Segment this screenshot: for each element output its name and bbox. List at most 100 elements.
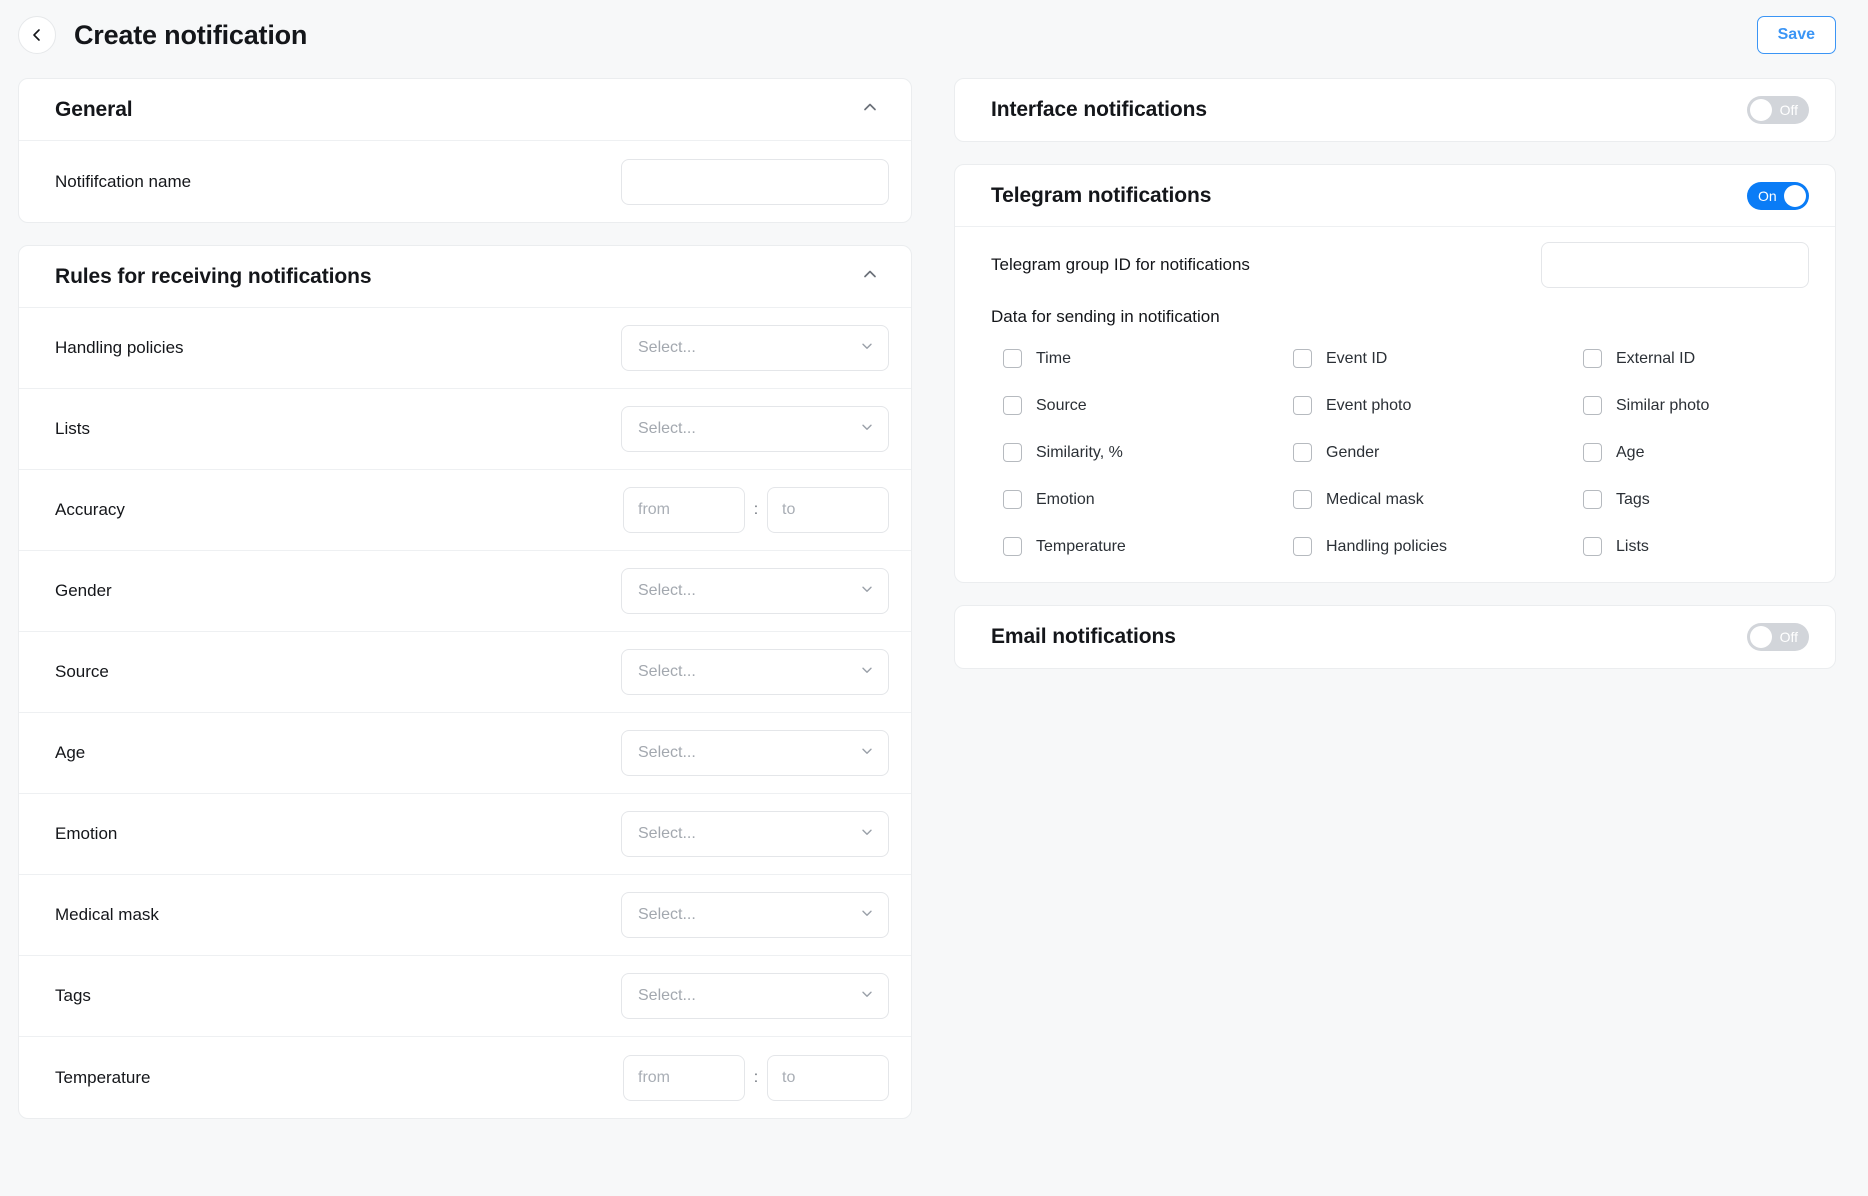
checkbox-label: Lists (1616, 538, 1649, 556)
select-value: Select... (638, 582, 859, 600)
temperature-to-input[interactable] (767, 1055, 889, 1101)
checkbox-label: Temperature (1036, 538, 1126, 556)
rule-row-medical-mask: Medical mask Select... (19, 875, 911, 956)
checkbox-item-tags[interactable]: Tags (1583, 490, 1809, 509)
chevron-left-icon (29, 27, 45, 43)
checkbox-item-time[interactable]: Time (1003, 349, 1293, 368)
checkbox-box[interactable] (1003, 349, 1022, 368)
checkbox-box[interactable] (1583, 443, 1602, 462)
select-tags[interactable]: Select... (621, 973, 889, 1019)
checkbox-box[interactable] (1583, 349, 1602, 368)
save-button[interactable]: Save (1757, 16, 1836, 54)
select-lists[interactable]: Select... (621, 406, 889, 452)
telegram-notifications-header: Telegram notifications On (955, 165, 1835, 227)
rules-card: Rules for receiving notifications Handli… (18, 245, 912, 1119)
checkbox-label: Event photo (1326, 397, 1411, 415)
rules-card-header: Rules for receiving notifications (19, 246, 911, 308)
telegram-group-id-input[interactable] (1541, 242, 1809, 288)
select-age[interactable]: Select... (621, 730, 889, 776)
rule-label-temperature: Temperature (55, 1068, 150, 1088)
toggle-knob (1784, 185, 1806, 207)
toggle-knob (1750, 626, 1772, 648)
checkbox-item-similarity[interactable]: Similarity, % (1003, 443, 1293, 462)
checkbox-item-source[interactable]: Source (1003, 396, 1293, 415)
rule-label-medical-mask: Medical mask (55, 905, 159, 925)
page-title: Create notification (74, 20, 307, 51)
rule-label-tags: Tags (55, 986, 91, 1006)
checkbox-box[interactable] (1293, 490, 1312, 509)
checkbox-label: Emotion (1036, 491, 1095, 509)
chevron-down-icon (859, 986, 875, 1007)
checkbox-item-gender[interactable]: Gender (1293, 443, 1583, 462)
checkbox-box[interactable] (1003, 396, 1022, 415)
checkbox-box[interactable] (1293, 396, 1312, 415)
content-area: General Notififcation name (0, 70, 1868, 1141)
checkbox-label: Tags (1616, 491, 1650, 509)
general-card-header: General (19, 79, 911, 141)
temperature-from-input[interactable] (623, 1055, 745, 1101)
email-notifications-header: Email notifications Off (955, 606, 1835, 668)
checkbox-item-age[interactable]: Age (1583, 443, 1809, 462)
toggle-knob (1750, 99, 1772, 121)
checkbox-label: Similar photo (1616, 397, 1709, 415)
checkbox-box[interactable] (1003, 443, 1022, 462)
interface-notifications-title: Interface notifications (991, 98, 1207, 122)
interface-notifications-toggle[interactable]: Off (1747, 96, 1809, 124)
checkbox-item-medical-mask[interactable]: Medical mask (1293, 490, 1583, 509)
back-button[interactable] (18, 16, 56, 54)
temperature-range: : (623, 1055, 889, 1101)
checkbox-label: Handling policies (1326, 538, 1447, 556)
checkbox-box[interactable] (1003, 490, 1022, 509)
checkbox-box[interactable] (1293, 349, 1312, 368)
checkbox-item-event-id[interactable]: Event ID (1293, 349, 1583, 368)
chevron-down-icon (859, 419, 875, 440)
select-emotion[interactable]: Select... (621, 811, 889, 857)
right-column: Interface notifications Off Telegram not… (954, 78, 1836, 691)
checkbox-box[interactable] (1583, 490, 1602, 509)
checkbox-box[interactable] (1583, 396, 1602, 415)
general-collapse-button[interactable] (855, 92, 885, 127)
select-source[interactable]: Select... (621, 649, 889, 695)
checkbox-box[interactable] (1293, 537, 1312, 556)
select-value: Select... (638, 420, 859, 438)
left-column: General Notififcation name (18, 78, 912, 1141)
checkbox-box[interactable] (1293, 443, 1312, 462)
checkbox-item-event-photo[interactable]: Event photo (1293, 396, 1583, 415)
rules-title: Rules for receiving notifications (55, 265, 371, 289)
select-value: Select... (638, 339, 859, 357)
chevron-up-icon (861, 98, 879, 121)
select-gender[interactable]: Select... (621, 568, 889, 614)
checkbox-item-similar-photo[interactable]: Similar photo (1583, 396, 1809, 415)
data-for-sending-subtitle: Data for sending in notification (991, 307, 1809, 327)
select-handling-policies[interactable]: Select... (621, 325, 889, 371)
notification-name-input[interactable] (621, 159, 889, 205)
rule-row-handling-policies: Handling policies Select... (19, 308, 911, 389)
accuracy-from-input[interactable] (623, 487, 745, 533)
rule-row-gender: Gender Select... (19, 551, 911, 632)
interface-notifications-header: Interface notifications Off (955, 79, 1835, 141)
chevron-down-icon (859, 905, 875, 926)
rule-row-source: Source Select... (19, 632, 911, 713)
checkbox-label: Similarity, % (1036, 444, 1123, 462)
select-value: Select... (638, 663, 859, 681)
select-value: Select... (638, 825, 859, 843)
chevron-down-icon (859, 824, 875, 845)
rules-collapse-button[interactable] (855, 259, 885, 294)
checkbox-item-external-id[interactable]: External ID (1583, 349, 1809, 368)
checkbox-box[interactable] (1003, 537, 1022, 556)
select-medical-mask[interactable]: Select... (621, 892, 889, 938)
telegram-group-id-label: Telegram group ID for notifications (991, 255, 1250, 275)
accuracy-to-input[interactable] (767, 487, 889, 533)
toggle-label: Off (1780, 102, 1798, 118)
checkbox-item-temperature[interactable]: Temperature (1003, 537, 1293, 556)
checkbox-item-handling-policies[interactable]: Handling policies (1293, 537, 1583, 556)
interface-notifications-card: Interface notifications Off (954, 78, 1836, 142)
notification-name-label: Notififcation name (55, 172, 191, 192)
chevron-up-icon (861, 265, 879, 288)
email-notifications-toggle[interactable]: Off (1747, 623, 1809, 651)
rule-label-handling-policies: Handling policies (55, 338, 184, 358)
telegram-notifications-toggle[interactable]: On (1747, 182, 1809, 210)
checkbox-item-lists[interactable]: Lists (1583, 537, 1809, 556)
checkbox-box[interactable] (1583, 537, 1602, 556)
checkbox-item-emotion[interactable]: Emotion (1003, 490, 1293, 509)
